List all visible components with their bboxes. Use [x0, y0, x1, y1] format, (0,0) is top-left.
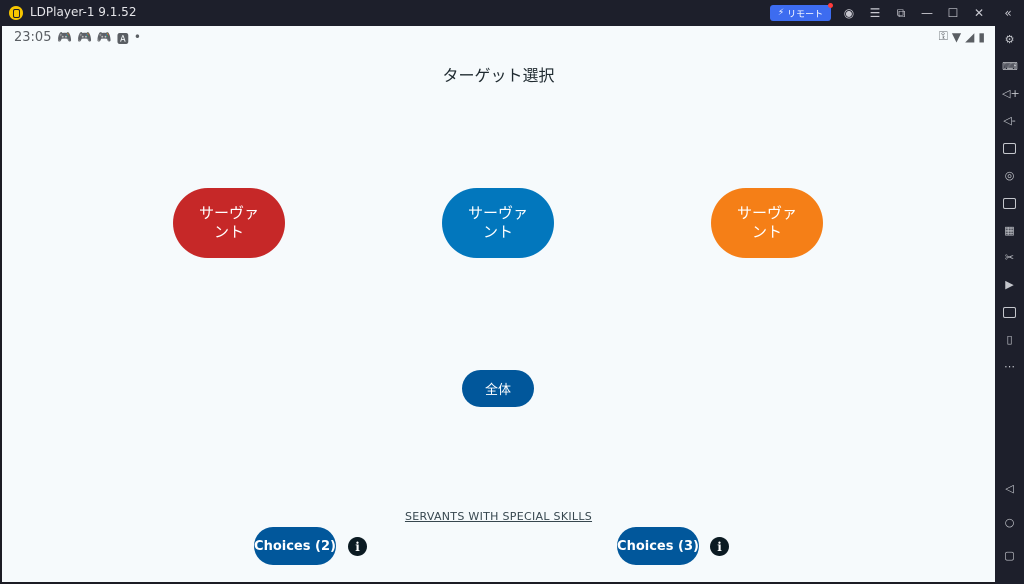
wifi-icon: ▼ — [951, 29, 962, 44]
right-toolbar: ⚙ ⌨ ◁+ ◁- ◎ ▦ ✂ ▶ ▯ ⋯ ◁ ○ ▢ — [995, 26, 1024, 584]
settings-icon[interactable]: ⚙ — [1002, 32, 1017, 47]
screenshot-icon[interactable] — [1003, 143, 1016, 154]
info-icon[interactable]: i — [348, 537, 367, 556]
shake-icon[interactable]: ▯ — [1002, 332, 1017, 347]
recents-icon[interactable]: ▢ — [1002, 548, 1017, 563]
battery-icon: ▮ — [978, 29, 985, 44]
keyboard-icon[interactable]: ⌨ — [1002, 59, 1018, 74]
notification-dot — [828, 3, 833, 8]
external-icon[interactable]: ⧉ — [893, 5, 909, 21]
home-icon[interactable]: ○ — [1002, 515, 1017, 530]
gamepad-icon: 🎮 — [76, 30, 92, 44]
volume-down-icon[interactable]: ◁- — [1002, 113, 1017, 128]
status-time: 23:05 — [14, 30, 52, 45]
scissors-icon[interactable]: ✂ — [1002, 250, 1017, 265]
apk-icon[interactable] — [1003, 198, 1016, 209]
status-notification-icons: 🎮 🎮 🎮 🅰 • — [57, 30, 141, 47]
minimize-icon[interactable]: — — [919, 5, 935, 21]
record-icon[interactable]: ▶ — [1002, 277, 1017, 292]
info-icon[interactable]: i — [710, 537, 729, 556]
menu-icon[interactable]: ☰ — [867, 5, 883, 21]
window-title: LDPlayer-1 9.1.52 — [30, 5, 137, 19]
status-system-icons: ⚿ ▼ ◢ ▮ — [939, 29, 985, 44]
account-icon[interactable]: ◉ — [841, 5, 857, 21]
operations-icon[interactable]: ▦ — [1002, 223, 1017, 238]
signal-icon: ◢ — [965, 29, 975, 44]
page-title: ターゲット選択 — [442, 66, 555, 85]
servant-button-2[interactable]: サーヴァント — [442, 188, 554, 258]
more-icon[interactable]: ⋯ — [1002, 359, 1017, 374]
choices-2-button[interactable]: Choices (2) — [254, 527, 336, 565]
volume-up-icon[interactable]: ◁+ — [1002, 86, 1020, 101]
lightning-icon: ⚡ — [777, 8, 785, 18]
collapse-icon[interactable]: « — [1000, 5, 1016, 21]
location-icon[interactable]: ◎ — [1002, 168, 1017, 183]
gamepad-icon: 🎮 — [96, 30, 112, 44]
remote-label: リモート — [787, 9, 824, 20]
servant-button-1[interactable]: サーヴァント — [173, 188, 285, 258]
back-icon[interactable]: ◁ — [1002, 481, 1017, 496]
remote-button[interactable]: ⚡ リモート — [770, 3, 833, 21]
all-target-button[interactable]: 全体 — [462, 370, 534, 407]
file-icon[interactable] — [1003, 307, 1016, 318]
gamepad-icon: 🎮 — [57, 30, 72, 44]
servant-button-3[interactable]: サーヴァント — [711, 188, 823, 258]
choices-3-button[interactable]: Choices (3) — [617, 527, 699, 565]
special-skills-link[interactable]: SERVANTS WITH SPECIAL SKILLS — [2, 510, 995, 523]
key-icon: ⚿ — [938, 29, 948, 43]
dot-icon: • — [133, 30, 141, 44]
close-icon[interactable]: ✕ — [971, 5, 987, 21]
window-titlebar: LDPlayer-1 9.1.52 ⚡ リモート ◉ ☰ ⧉ — ☐ ✕ « — [0, 0, 1024, 26]
android-screen: 23:05 🎮 🎮 🎮 🅰 • ⚿ ▼ ◢ ▮ ターゲット選択 サーヴァント サ… — [2, 26, 995, 582]
maximize-icon[interactable]: ☐ — [945, 5, 961, 21]
ldplayer-logo-icon — [9, 6, 23, 20]
font-icon: 🅰 — [116, 32, 129, 46]
